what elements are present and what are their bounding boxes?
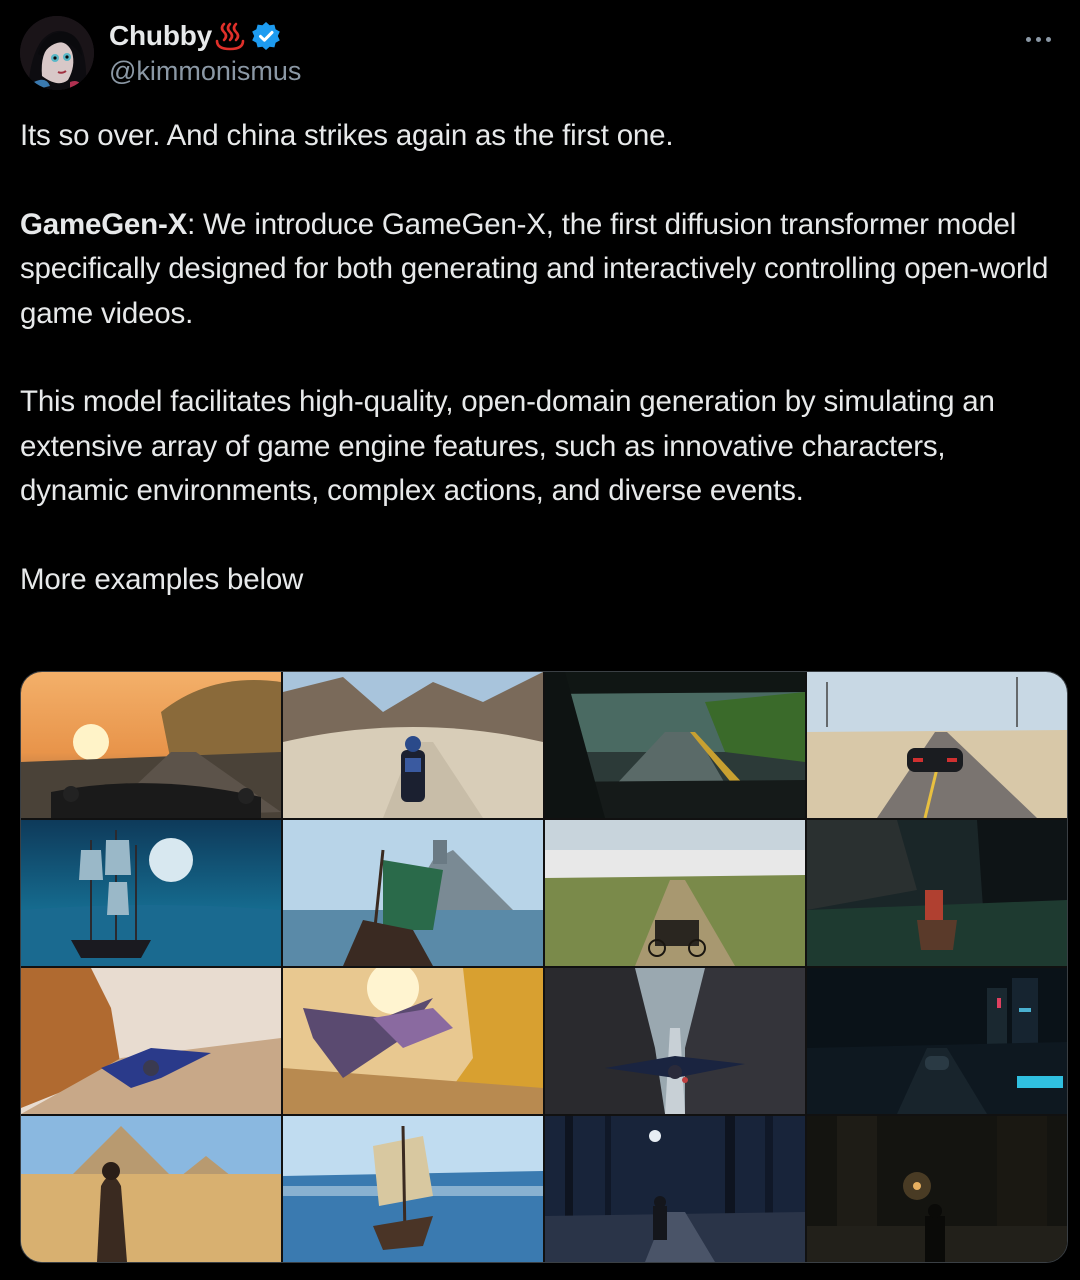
video-frame-night-forest-walk [545, 1116, 805, 1262]
tweet-text: Its so over. And china strikes again as … [20, 114, 1060, 602]
verified-badge-icon[interactable] [250, 20, 282, 52]
author-names: Chubby @kimmonismus [109, 18, 301, 87]
tweet-paragraph-2: GameGen-X: We introduce GameGen-X, the f… [20, 203, 1060, 336]
video-frame-dragon-canyon [545, 968, 805, 1114]
video-frame-assassin-pyramids [21, 1116, 281, 1262]
tweet-header: Chubby @kimmonismus [20, 16, 1060, 92]
hot-springs-emoji-icon [214, 20, 246, 52]
video-frame-dark-gothic-street [807, 1116, 1067, 1262]
avatar[interactable] [20, 16, 94, 90]
video-frame-sports-car-desert [807, 672, 1067, 818]
video-frame-motorcycle-desert [283, 672, 543, 818]
video-frame-rider-dark-forest [807, 820, 1067, 966]
video-frame-dragon-golden-cliffs [283, 968, 543, 1114]
video-frame-car-cockpit-rain [545, 672, 805, 818]
media-video-grid[interactable] [20, 671, 1068, 1263]
author-handle[interactable]: @kimmonismus [109, 56, 301, 87]
dot [1045, 36, 1051, 42]
dot [1025, 36, 1031, 42]
display-name-row: Chubby [109, 18, 301, 54]
video-frame-horse-cart-field [545, 820, 805, 966]
tweet-paragraph-4: More examples below [20, 563, 304, 597]
video-frame-creature-canyon [21, 968, 281, 1114]
tweet-paragraph-3: This model facilitates high-quality, ope… [20, 385, 995, 508]
display-name[interactable]: Chubby [109, 20, 212, 52]
more-options-icon[interactable] [1018, 24, 1058, 54]
video-frame-night-neon-city [807, 968, 1067, 1114]
tweet-line-1: Its so over. And china strikes again as … [20, 119, 674, 152]
tweet: Chubby @kimmonismus Its so over. And chi… [0, 0, 1080, 1280]
gamegen-x-bold: GameGen-X [20, 207, 188, 241]
video-frame-motorcycle-sunset [21, 672, 281, 818]
dot [1035, 36, 1041, 42]
video-frame-viking-ship-castle [283, 820, 543, 966]
video-frame-pirate-ship-moon [21, 820, 281, 966]
video-frame-sailing-ship-ocean [283, 1116, 543, 1262]
